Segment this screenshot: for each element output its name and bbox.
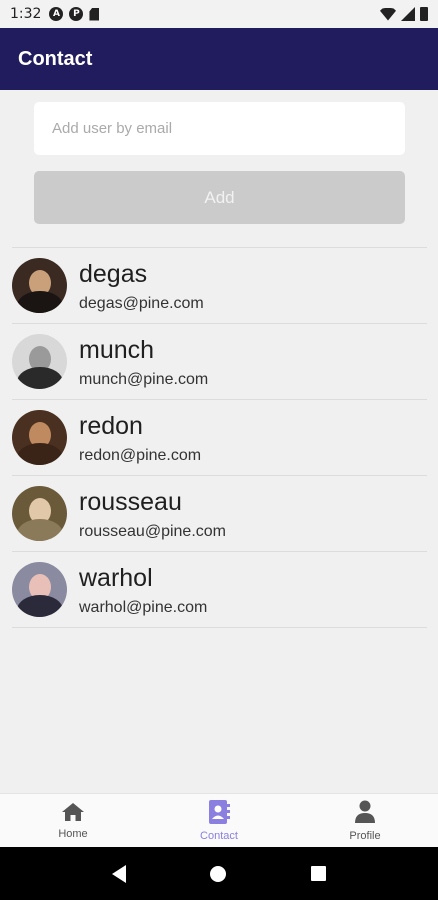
page-title: Contact [18,47,93,70]
status-bar: 1:32 A P [0,0,438,28]
contact-name: redon [79,411,143,440]
nav-label: Contact [200,829,238,842]
avatar [12,258,67,313]
notification-icons: A P [49,7,100,21]
nav-label: Home [58,827,88,840]
battery-icon [420,7,428,21]
person-icon [355,800,375,823]
contact-email: warhol@pine.com [79,598,208,616]
system-status-icons [380,7,428,21]
nav-label: Profile [349,829,381,842]
contact-item-degas[interactable]: degas degas@pine.com [12,248,427,324]
contact-email: degas@pine.com [79,294,204,312]
contact-item-munch[interactable]: munch munch@pine.com [12,324,427,400]
contact-item-warhol[interactable]: warhol warhol@pine.com [12,552,427,628]
contact-name: degas [79,259,148,288]
contact-book-icon [209,799,230,824]
contact-list: degas degas@pine.com munch munch@pine.co… [12,247,427,628]
avatar [12,486,67,541]
app-bar: Contact [0,28,438,90]
contact-email: rousseau@pine.com [79,522,226,540]
contact-item-redon[interactable]: redon redon@pine.com [12,400,427,476]
home-icon [62,802,84,821]
signal-icon [401,7,415,21]
contact-item-rousseau[interactable]: rousseau rousseau@pine.com [12,476,427,552]
nav-item-profile[interactable]: Profile [292,794,438,847]
bottom-nav: Home Contact Profile [0,793,438,847]
contact-name: munch [79,335,155,364]
system-nav-bar [0,847,438,900]
email-input[interactable] [34,102,405,155]
nav-item-home[interactable]: Home [0,794,146,847]
contact-email: redon@pine.com [79,446,202,464]
contact-name: warhol [79,563,153,592]
back-icon[interactable] [112,864,127,883]
game-notification-icon: P [69,7,84,21]
contact-email: munch@pine.com [79,370,209,388]
add-button[interactable]: Add [34,171,405,224]
wifi-icon [380,7,396,21]
avatar [12,334,67,389]
nav-item-contact[interactable]: Contact [146,794,292,847]
android-notification-icon: A [49,7,64,21]
home-button-icon[interactable] [210,865,227,882]
avatar [12,410,67,465]
sd-card-icon [89,7,100,21]
status-time: 1:32 [10,6,42,22]
avatar [12,562,67,617]
recents-icon[interactable] [310,866,326,881]
contact-name: rousseau [79,487,182,516]
